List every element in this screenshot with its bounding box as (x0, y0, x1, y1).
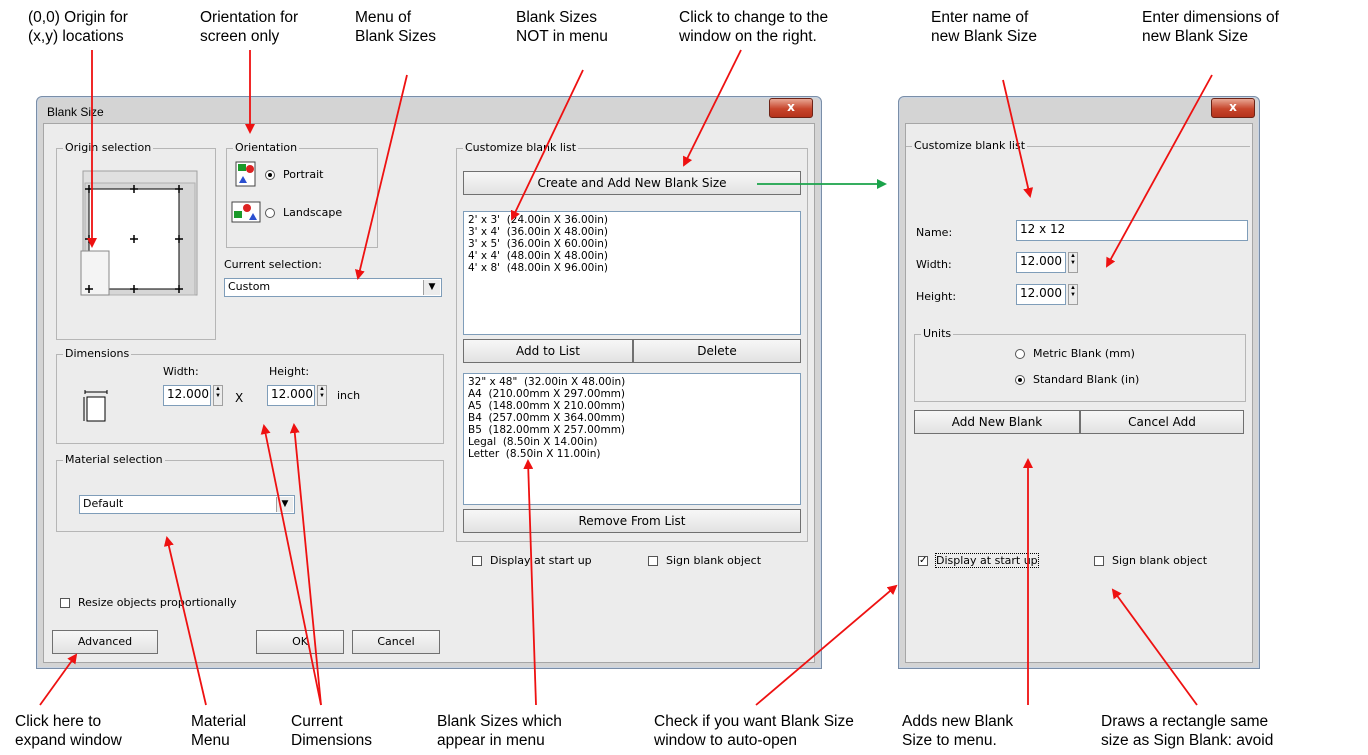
arrow-click-change (683, 49, 742, 167)
arrow-in-menu (523, 459, 537, 706)
arrow-material (163, 536, 207, 706)
arrow-current-dims-a (260, 424, 322, 706)
annotation-arrows (39, 49, 1213, 706)
arrow-menu (355, 74, 408, 280)
arrow-expand (39, 653, 78, 706)
arrow-current-dims-b (289, 423, 322, 706)
arrow-draws-rect (1111, 588, 1198, 706)
arrow-auto-open (755, 584, 898, 706)
arrow-enter-dims (1106, 74, 1213, 268)
arrow-not-in-menu (510, 69, 584, 221)
arrow-enter-name (1002, 79, 1034, 198)
